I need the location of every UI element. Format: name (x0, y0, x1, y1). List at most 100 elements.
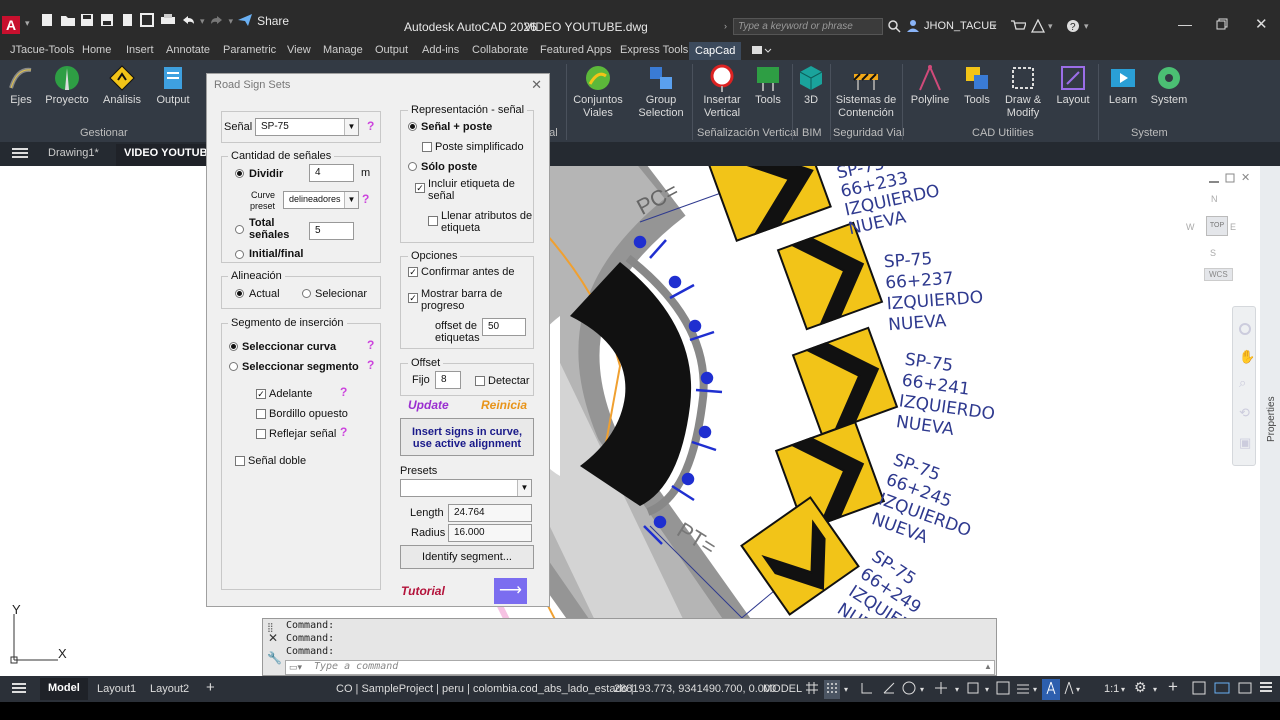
dialog-close-icon[interactable]: ✕ (531, 77, 542, 93)
fijo-input[interactable]: 8 (435, 371, 461, 389)
layout2-tab[interactable]: Layout2 (150, 683, 189, 695)
title-expand-icon[interactable]: › (724, 21, 727, 31)
next-arrow-button[interactable]: ⟶ (494, 578, 527, 604)
actual-radio[interactable] (235, 289, 244, 298)
connect-dropdown-icon[interactable]: ▾ (1048, 21, 1053, 32)
insert-signs-button[interactable]: Insert signs in curve, use active alignm… (400, 418, 534, 456)
share-icon[interactable] (237, 13, 253, 29)
clean-screen-icon[interactable] (1238, 681, 1252, 698)
tab-jtacue-tools[interactable]: JTacue-Tools (10, 44, 74, 56)
layout-menu-icon[interactable] (12, 682, 26, 697)
customization-menu-icon[interactable] (1260, 680, 1272, 697)
connect-icon[interactable] (1030, 18, 1046, 36)
osnap-dropdown-icon[interactable]: ▾ (955, 685, 959, 694)
app-menu-chevron-icon[interactable]: ▾ (25, 18, 30, 29)
undo-dropdown-icon[interactable]: ▾ (200, 16, 205, 27)
viewport-close-icon[interactable]: ✕ (1241, 171, 1250, 184)
help-question-icon[interactable]: ? (367, 119, 374, 133)
tab-featured-apps[interactable]: Featured Apps (540, 44, 612, 56)
command-input[interactable]: Type a command (285, 660, 995, 675)
annotation-scale[interactable]: 1:1 (1104, 683, 1119, 695)
zoom-icon[interactable]: ⌕ (1239, 375, 1246, 391)
cart-icon[interactable] (1010, 19, 1027, 36)
tab-manage[interactable]: Manage (323, 44, 363, 56)
polyline-button[interactable]: Polyline (910, 64, 950, 107)
doc-tab-drawing1[interactable]: Drawing1* (48, 147, 99, 159)
units-icon[interactable] (1192, 681, 1206, 698)
layout1-tab[interactable]: Layout1 (97, 683, 136, 695)
tab-view[interactable]: View (287, 44, 311, 56)
reinicia-link[interactable]: Reinicia (481, 398, 527, 412)
analisis-button[interactable]: Análisis (102, 64, 142, 107)
ribbon-toggle-icon[interactable] (750, 44, 772, 59)
undo-icon[interactable] (180, 13, 196, 29)
properties-label[interactable]: Properties (1266, 396, 1277, 442)
help-question-icon[interactable]: ? (367, 358, 374, 372)
command-customize-icon[interactable]: 🔧 (267, 651, 282, 665)
learn-button[interactable]: Learn (1106, 64, 1140, 107)
annotation-visibility-icon[interactable] (1042, 679, 1060, 700)
isodraft-dropdown-icon[interactable]: ▾ (920, 685, 924, 694)
help-question-icon[interactable]: ? (362, 192, 369, 206)
open-web-icon[interactable] (120, 13, 136, 29)
total-senales-input[interactable]: 5 (309, 222, 354, 240)
object-snap-tracking-icon[interactable] (934, 681, 948, 698)
senal-dropdown[interactable]: SP-75 ▼ (255, 118, 359, 136)
tab-home[interactable]: Home (82, 44, 111, 56)
group-selection-button[interactable]: Group Selection (636, 64, 686, 120)
mostrar-barra-checkbox[interactable]: ✓ (408, 293, 418, 303)
pan-icon[interactable]: ✋ (1239, 349, 1255, 365)
navigation-bar[interactable]: ✋ ⌕ ⟲ ▣ (1232, 306, 1256, 466)
command-expand-icon[interactable]: ▲ (984, 662, 992, 671)
orbit-icon[interactable]: ⟲ (1239, 405, 1250, 421)
tab-express-tools[interactable]: Express Tools (620, 44, 688, 56)
ortho-icon[interactable] (860, 681, 874, 698)
user-name[interactable]: JHON_TACUE (924, 20, 997, 32)
help-question-icon[interactable]: ? (340, 425, 347, 439)
confirmar-checkbox[interactable]: ✓ (408, 267, 418, 277)
osnap-mode-dropdown-icon[interactable]: ▾ (985, 685, 989, 694)
save-as-icon[interactable] (100, 13, 116, 29)
draw-modify-button[interactable]: Draw & Modify (1000, 64, 1046, 120)
tab-add-ins[interactable]: Add-ins (422, 44, 459, 56)
workspace-gear-icon[interactable]: ⚙ (1134, 679, 1147, 696)
viewport-minimize-icon[interactable] (1209, 181, 1219, 183)
model-tab[interactable]: Model (40, 678, 88, 700)
object-snap-icon[interactable] (966, 681, 980, 698)
offset-etiquetas-input[interactable]: 50 (482, 318, 526, 336)
tab-parametric[interactable]: Parametric (223, 44, 276, 56)
lineweight-icon[interactable] (996, 681, 1010, 698)
add-layout-icon[interactable]: + (206, 679, 215, 696)
open-folder-icon[interactable] (60, 13, 76, 29)
grid-icon[interactable] (805, 681, 819, 698)
wcs-menu[interactable]: WCS (1204, 268, 1233, 281)
user-dropdown-icon[interactable]: ▾ (992, 21, 997, 32)
plot-icon[interactable] (160, 13, 176, 29)
isodraft-icon[interactable] (901, 680, 917, 699)
hardware-acceleration-icon[interactable] (1214, 680, 1230, 699)
tab-capcad[interactable]: CapCad (689, 42, 742, 60)
auto-scale-icon[interactable] (1062, 681, 1076, 698)
ejes-button[interactable]: Ejes (4, 64, 38, 107)
insertar-vertical-button[interactable]: Insertar Vertical (700, 64, 744, 120)
workspace-dropdown-icon[interactable]: ▾ (1153, 685, 1157, 694)
search-icon[interactable] (887, 19, 901, 36)
save-web-icon[interactable] (140, 13, 156, 29)
seleccionar-segmento-radio[interactable] (229, 362, 238, 371)
restore-icon[interactable] (1216, 18, 1228, 33)
snap-mode-icon[interactable] (824, 680, 840, 699)
llenar-atributos-checkbox[interactable] (428, 216, 438, 226)
tab-insert[interactable]: Insert (126, 44, 154, 56)
dividir-input[interactable]: 4 (309, 164, 354, 182)
minimize-icon[interactable]: — (1178, 16, 1192, 32)
presets-dropdown[interactable]: ▼ (400, 479, 532, 497)
seleccionar-curva-radio[interactable] (229, 342, 238, 351)
senal-poste-radio[interactable] (408, 122, 417, 131)
tutorial-link[interactable]: Tutorial (401, 584, 445, 598)
tab-annotate[interactable]: Annotate (166, 44, 210, 56)
showmotion-icon[interactable]: ▣ (1239, 435, 1251, 451)
search-input[interactable]: Type a keyword or phrase (733, 18, 883, 35)
polar-tracking-icon[interactable] (882, 681, 896, 698)
senal-tools-button[interactable]: Tools (750, 64, 786, 107)
dividir-radio[interactable] (235, 169, 244, 178)
